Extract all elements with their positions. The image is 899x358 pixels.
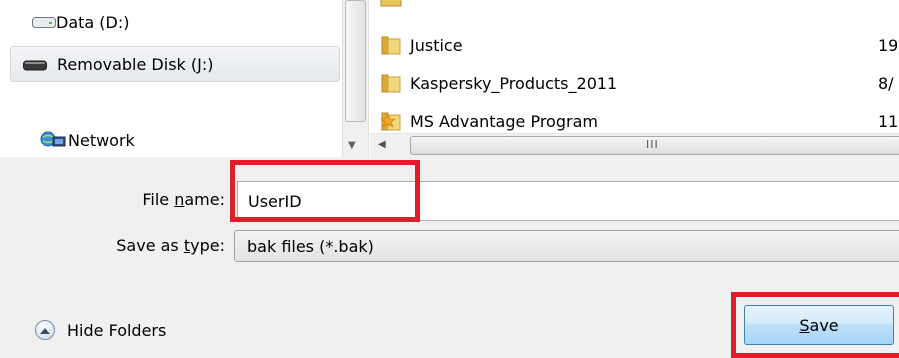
- nav-item-removable-disk[interactable]: Removable Disk (J:): [10, 46, 340, 82]
- navigation-scrollbar[interactable]: ▼: [342, 0, 369, 157]
- browse-area: Data (D:) Removable Disk (J:) Network ▼: [0, 0, 899, 157]
- save-type-label: Save as type:: [116, 236, 225, 255]
- list-item[interactable]: Kaspersky_Products_2011: [381, 66, 618, 100]
- nav-item-data-drive[interactable]: Data (D:): [10, 4, 129, 40]
- nav-item-label: Removable Disk (J:): [57, 54, 214, 74]
- nav-item-network[interactable]: Network: [0, 122, 135, 158]
- file-name: MS Advantage Program: [410, 111, 598, 131]
- file-name: Justice: [410, 35, 463, 55]
- scrollbar-thumb[interactable]: III: [410, 136, 899, 155]
- save-button[interactable]: Save: [744, 305, 894, 345]
- file-name: Kaspersky_Products_2011: [410, 73, 618, 93]
- folder-icon: [381, 36, 401, 55]
- removable-disk-icon: [23, 60, 47, 71]
- network-icon: [40, 131, 66, 147]
- folder-icon: [381, 74, 401, 93]
- grip-icon: III: [646, 138, 659, 151]
- hide-folders-label: Hide Folders: [67, 320, 167, 340]
- folder-icon: [380, 0, 402, 7]
- filename-label: File name:: [142, 190, 225, 209]
- filename-value: UserID: [248, 191, 302, 211]
- save-type-value: bak files (*.bak): [247, 236, 374, 256]
- file-date: 8/: [878, 73, 894, 93]
- chevron-up-icon: [35, 320, 55, 340]
- save-type-select[interactable]: bak files (*.bak): [234, 230, 899, 262]
- nav-item-label: Network: [68, 130, 135, 150]
- horizontal-scrollbar[interactable]: ◀ III: [370, 133, 899, 157]
- scroll-down-arrow-icon[interactable]: ▼: [348, 140, 356, 151]
- drive-icon: [32, 17, 56, 28]
- scroll-left-arrow-icon[interactable]: ◀: [378, 139, 386, 150]
- scrollbar-thumb[interactable]: [345, 0, 366, 122]
- hide-folders-button[interactable]: Hide Folders: [20, 315, 166, 345]
- navigation-pane: Data (D:) Removable Disk (J:) Network: [0, 0, 342, 157]
- nav-item-label: Data (D:): [56, 12, 130, 32]
- filename-input[interactable]: UserID: [237, 181, 899, 221]
- list-item[interactable]: Justice: [381, 28, 463, 62]
- file-date: 19: [878, 35, 899, 55]
- folder-star-icon: [380, 112, 401, 131]
